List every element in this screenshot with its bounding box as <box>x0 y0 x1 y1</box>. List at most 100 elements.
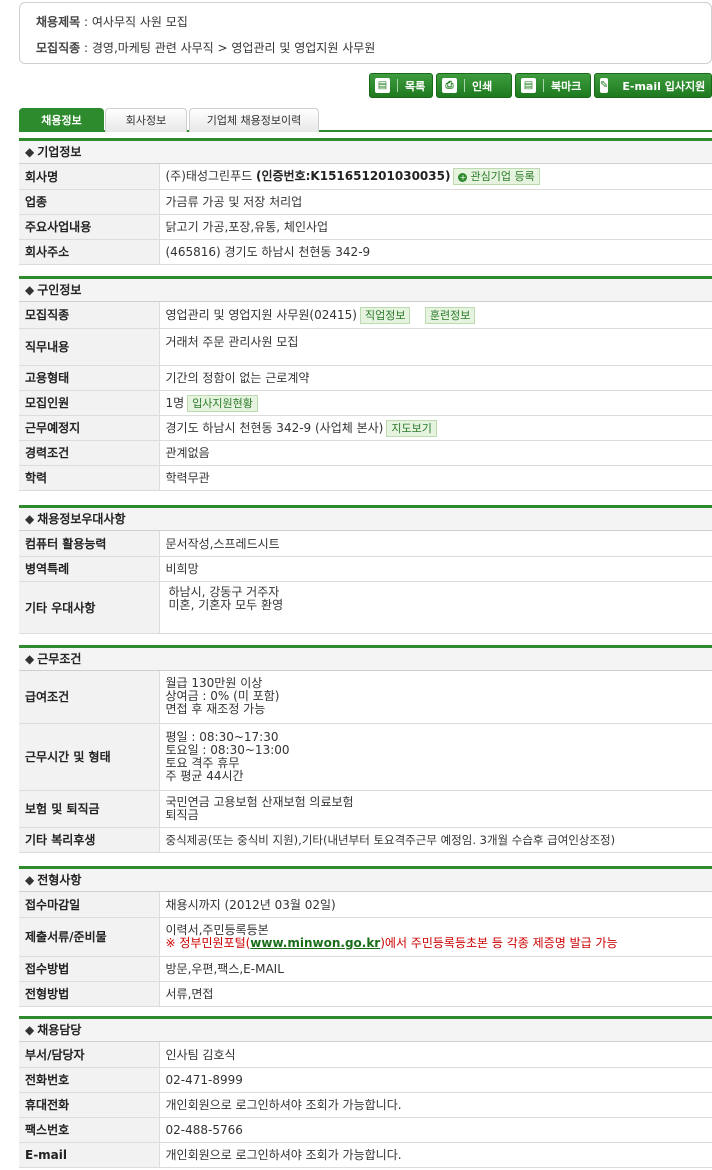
row-value: 기간의 정함이 없는 근로계약 <box>159 365 712 391</box>
row-label: 제출서류/준비물 <box>19 917 160 957</box>
row-value-line: 토요 격주 휴무 <box>165 755 240 770</box>
summary-title-label: 채용제목 <box>36 15 81 29</box>
row-label: 접수방법 <box>19 956 160 982</box>
table-row: 급여조건 월급 130만원 이상 상여금 : 0% (미 포함) 면접 후 재조… <box>19 671 712 724</box>
diamond-icon: ◆ <box>25 1023 35 1037</box>
map-view-button[interactable]: 지도보기 <box>386 419 437 437</box>
row-label: 주요사업내용 <box>19 214 160 240</box>
print-icon: ⎙ <box>442 78 457 93</box>
row-value: 방문,우편,팩스,E-MAIL <box>159 956 712 982</box>
section-contact: ◆ 채용담당 부서/담당자 인사팀 김호식 전화번호 02-471-8999 휴대… <box>19 1016 712 1168</box>
row-label: 기타 우대사항 <box>19 581 160 634</box>
section-heading: ◆ 전형사항 <box>19 866 712 892</box>
row-value: 경기도 하남시 천현동 342-9 (사업체 본사) <box>165 420 384 435</box>
row-label: 회사명 <box>19 164 160 190</box>
section-heading: ◆ 채용담당 <box>19 1016 712 1042</box>
table-row: 고용형태 기간의 정함이 없는 근로계약 <box>19 365 712 391</box>
table-row: 근무시간 및 형태 평일 : 08:30~17:30 토요일 : 08:30~1… <box>19 723 712 791</box>
row-value-line: 평일 : 08:30~17:30 <box>165 729 279 744</box>
row-value: 채용시까지 (2012년 03월 02일) <box>159 892 712 918</box>
table-row: 경력조건 관계없음 <box>19 440 712 466</box>
section-recruit: ◆ 구인정보 모집직종 영업관리 및 영업지원 사무원(02415) 직업정보 훈련… <box>19 276 712 491</box>
row-value: 인사팀 김호식 <box>159 1042 712 1068</box>
row-label: 부서/담당자 <box>19 1042 160 1068</box>
tab-bar: 채용정보 회사정보 기업체 채용정보이력 <box>19 108 712 132</box>
row-value: 비희망 <box>159 556 712 582</box>
table-row: 업종 가금류 가공 및 저장 처리업 <box>19 189 712 215</box>
diamond-icon: ◆ <box>25 145 35 159</box>
tab-company-info[interactable]: 회사정보 <box>105 108 187 132</box>
table-row: 회사명 (주)태성그린푸드 (인증번호:K151651201030035) + 관심… <box>19 164 712 190</box>
application-status-button[interactable]: 입사지원현황 <box>187 394 258 412</box>
table-row: 접수마감일 채용시까지 (2012년 03월 02일) <box>19 892 712 918</box>
cert-number: (인증번호:K151651201030035) <box>255 169 451 184</box>
row-label: 업종 <box>19 189 160 215</box>
row-label: 병역특례 <box>19 556 160 582</box>
table-row: 모집인원 1명 입사지원현황 <box>19 390 712 416</box>
table-row: 기타 복리후생 중식제공(또는 중식비 지원),기타(내년부터 토요격주근무 예… <box>19 827 712 853</box>
row-label: 급여조건 <box>19 671 160 724</box>
row-value: (465816) 경기도 하남시 천현동 342-9 <box>159 239 712 265</box>
row-value-line: 미혼, 기혼자 모두 환영 <box>168 597 284 612</box>
action-toolbar: ▤ 목록 ⎙ 인쇄 ▤ 북마크 ✎ E-mail 입사지원 <box>369 73 712 99</box>
row-value-line: 국민연금 고용보험 산재보험 의료보험 <box>165 794 354 809</box>
row-value: 개인회원으로 로그인하셔야 조회가 가능합니다. <box>159 1142 712 1168</box>
training-info-button[interactable]: 훈련정보 <box>424 306 476 324</box>
row-label: 팩스번호 <box>19 1117 160 1143</box>
row-label: 기타 복리후생 <box>19 827 160 853</box>
email-apply-button[interactable]: ✎ E-mail 입사지원 <box>594 73 712 98</box>
row-label: 근무예정지 <box>19 415 160 441</box>
row-value: 닭고기 가공,포장,유통, 체인사업 <box>159 214 712 240</box>
table-row: 병역특례 비희망 <box>19 556 712 582</box>
row-label: 모집직종 <box>19 302 160 329</box>
diamond-icon: ◆ <box>25 283 35 297</box>
minwon-link[interactable]: www.minwon.go.kr <box>250 936 380 950</box>
summary-title-line: 채용제목 : 여사무직 사원 모집 <box>36 15 188 29</box>
list-button-label: 목록 <box>405 79 426 93</box>
table-row: 전형방법 서류,면접 <box>19 981 712 1007</box>
plus-icon: + <box>458 173 468 183</box>
row-label: 고용형태 <box>19 365 160 391</box>
row-label: 접수마감일 <box>19 892 160 918</box>
row-value: 학력무관 <box>159 465 712 491</box>
diamond-icon: ◆ <box>25 873 35 887</box>
table-row: 근무예정지 경기도 하남시 천현동 342-9 (사업체 본사) 지도보기 <box>19 415 712 441</box>
email-apply-button-label: E-mail 입사지원 <box>622 79 706 93</box>
row-value-line: 하남시, 강동구 거주자 <box>168 584 280 599</box>
diamond-icon: ◆ <box>25 652 35 666</box>
pen-icon: ✎ <box>600 78 609 93</box>
section-conditions: ◆ 근무조건 급여조건 월급 130만원 이상 상여금 : 0% (미 포함) 면… <box>19 645 712 853</box>
docs-note: ※ 정부민원포털(www.minwon.go.kr)에서 주민등록등초본 등 각… <box>165 935 618 950</box>
tab-recruit-history[interactable]: 기업체 채용정보이력 <box>189 108 319 132</box>
section-preference: ◆ 채용정보우대사항 컴퓨터 활용능력 문서작성,스프레드시트 병역특례 비희망 … <box>19 505 712 634</box>
table-row: E-mail 개인회원으로 로그인하셔야 조회가 가능합니다. <box>19 1142 712 1168</box>
bookmark-button-label: 북마크 <box>551 79 582 93</box>
table-row: 컴퓨터 활용능력 문서작성,스프레드시트 <box>19 531 712 557</box>
row-label: 경력조건 <box>19 440 160 466</box>
row-value-line: 면접 후 재조정 가능 <box>165 702 266 717</box>
row-label: 회사주소 <box>19 239 160 265</box>
row-value: 서류,면접 <box>159 981 712 1007</box>
row-value: 관계없음 <box>159 440 712 466</box>
row-label: 컴퓨터 활용능력 <box>19 531 160 557</box>
row-value: 문서작성,스프레드시트 <box>159 531 712 557</box>
row-value: 가금류 가공 및 저장 처리업 <box>159 189 712 215</box>
interest-company-button[interactable]: + 관심기업 등록 <box>453 168 540 186</box>
row-label: 전형방법 <box>19 981 160 1007</box>
summary-title-value: 여사무직 사원 모집 <box>91 15 188 29</box>
bookmark-icon: ▤ <box>521 78 536 93</box>
bookmark-button[interactable]: ▤ 북마크 <box>515 73 591 98</box>
section-heading: ◆ 근무조건 <box>19 645 712 671</box>
diamond-icon: ◆ <box>25 512 35 526</box>
section-company: ◆ 기업정보 회사명 (주)태성그린푸드 (인증번호:K1516512010300… <box>19 138 712 265</box>
job-info-button[interactable]: 직업정보 <box>359 306 411 324</box>
print-button[interactable]: ⎙ 인쇄 <box>436 73 512 98</box>
section-heading: ◆ 구인정보 <box>19 276 712 302</box>
table-row: 직무내용 거래처 주문 관리사원 모집 <box>19 328 712 366</box>
list-button[interactable]: ▤ 목록 <box>369 73 433 98</box>
row-label: 모집인원 <box>19 390 160 416</box>
tab-job-info[interactable]: 채용정보 <box>19 108 104 132</box>
row-value: 02-488-5766 <box>159 1117 712 1143</box>
table-row: 접수방법 방문,우편,팩스,E-MAIL <box>19 956 712 982</box>
summary-job-value: 경영,마케팅 관련 사무직 > 영업관리 및 영업지원 사무원 <box>91 41 376 55</box>
